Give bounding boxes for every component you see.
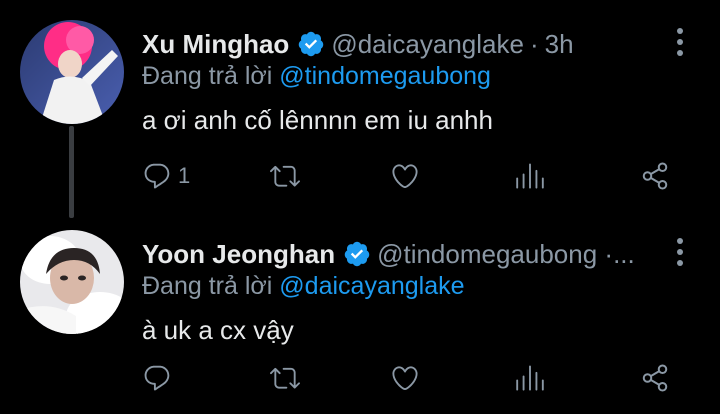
reply-button[interactable] [142,358,172,398]
verified-badge-icon [297,30,325,58]
retweet-button[interactable] [270,358,300,398]
like-button[interactable] [390,358,420,398]
action-bar [0,358,720,398]
mention-link[interactable]: @daicayanglake [279,272,464,300]
mention-link[interactable]: @tindomegaubong [279,62,491,90]
tweet-header: Yoon Jeonghan @tindomegaubong ·... [142,236,635,272]
display-name[interactable]: Xu Minghao [142,29,289,60]
timestamp[interactable]: 3h [545,29,574,60]
tweet[interactable]: Xu Minghao @daicayanglake · 3h Đang trả … [0,0,720,218]
user-handle[interactable]: @tindomegaubong ·... [377,239,635,270]
tweet-header: Xu Minghao @daicayanglake · 3h [142,26,574,62]
reply-icon [144,365,170,391]
analytics-button[interactable] [515,358,545,398]
share-icon [642,162,668,190]
separator-dot: · [529,28,539,59]
more-icon[interactable] [676,28,684,58]
display-name[interactable]: Yoon Jeonghan [142,239,335,270]
action-bar: 1 [0,156,720,196]
like-icon [392,164,418,189]
share-button[interactable] [640,156,670,196]
verified-badge-icon [343,240,371,268]
tweet-text: à uk a cx vậy [142,315,294,345]
replying-prefix: Đang trả lời [142,272,273,300]
reply-icon [144,163,170,189]
like-button[interactable] [390,156,420,196]
retweet-icon [270,165,300,187]
analytics-icon [516,365,544,391]
avatar[interactable] [20,20,124,124]
share-button[interactable] [640,358,670,398]
tweet-text: a ơi anh cố lênnnn em iu anhh [142,105,493,135]
share-icon [642,364,668,392]
avatar[interactable] [20,230,124,334]
replying-to: Đang trả lời @tindomegaubong [142,62,491,91]
analytics-button[interactable] [515,156,545,196]
reply-count: 1 [178,163,191,188]
analytics-icon [516,163,544,189]
tweet[interactable]: Yoon Jeonghan @tindomegaubong ·... Đang … [0,210,720,414]
replying-prefix: Đang trả lời [142,62,273,90]
retweet-button[interactable] [270,156,300,196]
more-icon[interactable] [676,238,684,268]
reply-button[interactable]: 1 [142,156,190,196]
retweet-icon [270,367,300,389]
replying-to: Đang trả lời @daicayanglake [142,272,465,301]
user-handle[interactable]: @daicayanglake [331,29,524,60]
like-icon [392,366,418,391]
